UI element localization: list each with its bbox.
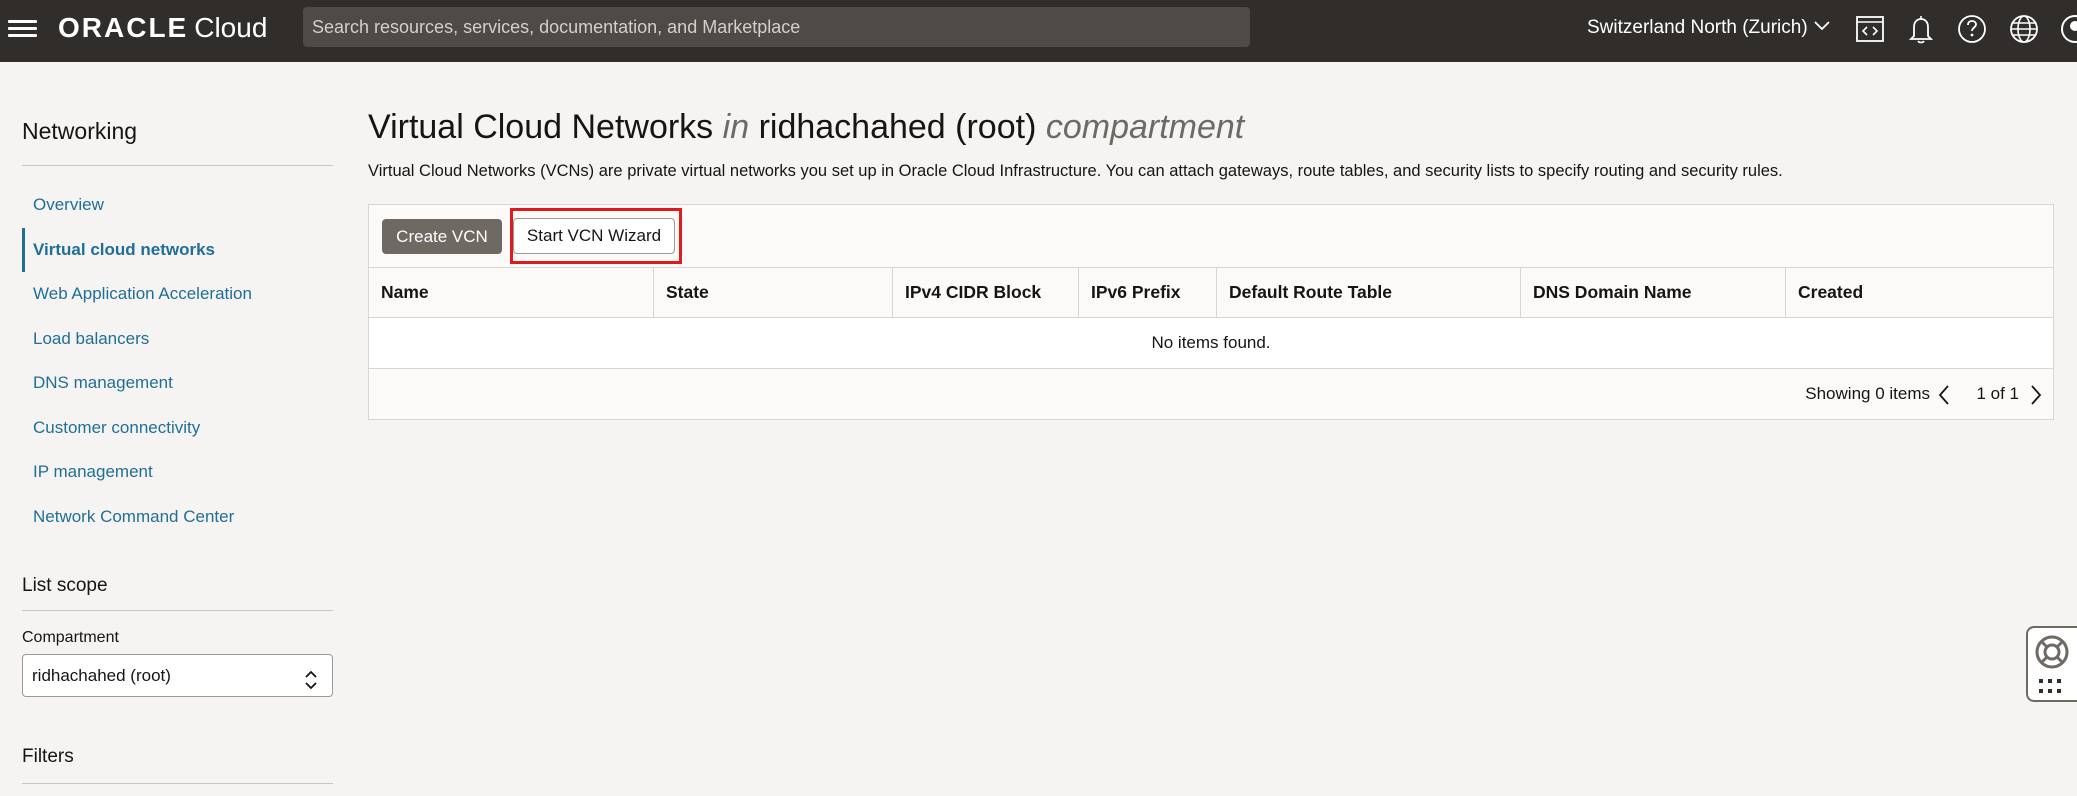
top-navigation-bar: ORACLECloud Switzerland North (Zurich): [0, 0, 2077, 62]
sidebar-item-load-balancers[interactable]: Load balancers: [22, 317, 333, 362]
filters-divider: [22, 783, 333, 784]
sidebar-item-web-application-acceleration[interactable]: Web Application Acceleration: [22, 272, 333, 317]
sidebar-title: Networking: [22, 118, 138, 144]
compartment-select-value: ridhachahed (root): [32, 666, 171, 685]
page-indicator: 1 of 1: [1976, 384, 2019, 403]
help-widget[interactable]: [2026, 626, 2077, 702]
table-header: Name State IPv4 CIDR Block IPv6 Prefix D…: [369, 267, 2053, 318]
filters-title: Filters: [22, 746, 74, 767]
page-title: Virtual Cloud Networks in ridhachahed (r…: [368, 108, 1244, 147]
logo-cloud-text: Cloud: [194, 12, 268, 43]
sidebar-item-ip-management[interactable]: IP management: [22, 450, 333, 495]
region-selector[interactable]: Switzerland North (Zurich): [1587, 15, 1830, 39]
globe-language-icon[interactable]: [2007, 12, 2041, 46]
code-editor-icon[interactable]: [1853, 12, 1887, 46]
list-scope-divider: [22, 610, 333, 611]
help-question-icon[interactable]: [1955, 12, 1989, 46]
showing-items-count: Showing 0 items: [1805, 384, 1930, 403]
sidebar-item-virtual-cloud-networks[interactable]: Virtual cloud networks: [22, 227, 333, 272]
chevron-right-icon[interactable]: [2029, 384, 2043, 406]
column-header-state[interactable]: State: [654, 268, 893, 317]
region-label: Switzerland North (Zurich): [1587, 17, 1808, 38]
column-header-ipv6-prefix[interactable]: IPv6 Prefix: [1079, 268, 1217, 317]
chevron-up-down-icon: [304, 665, 318, 706]
table-footer: Showing 0 items 1 of 1: [369, 369, 2053, 419]
sidebar-item-network-command-center[interactable]: Network Command Center: [22, 495, 333, 540]
page-title-compartment-name: ridhachahed (root): [758, 108, 1037, 146]
chevron-down-icon: [1814, 15, 1830, 37]
compartment-label: Compartment: [22, 629, 119, 646]
logo-oracle-text: ORACLE: [58, 12, 189, 43]
column-header-created[interactable]: Created: [1786, 268, 2053, 317]
vcn-table-panel: Create VCN Start VCN Wizard Name State I…: [368, 204, 2054, 420]
empty-table-message: No items found.: [369, 318, 2053, 369]
page-title-main: Virtual Cloud Networks: [368, 108, 714, 146]
lifebuoy-icon: [2034, 634, 2070, 675]
sidebar-item-dns-management[interactable]: DNS management: [22, 361, 333, 406]
sidebar-nav: Overview Virtual cloud networks Web Appl…: [22, 183, 333, 539]
grid-dots-icon: [2037, 677, 2067, 702]
sidebar-divider: [22, 165, 333, 166]
create-vcn-button[interactable]: Create VCN: [382, 219, 502, 254]
hamburger-menu-icon[interactable]: [8, 16, 40, 42]
column-header-dns-domain-name[interactable]: DNS Domain Name: [1521, 268, 1786, 317]
column-header-ipv4-cidr-block[interactable]: IPv4 CIDR Block: [893, 268, 1079, 317]
start-vcn-wizard-button[interactable]: Start VCN Wizard: [513, 218, 675, 254]
sidebar-item-customer-connectivity[interactable]: Customer connectivity: [22, 406, 333, 451]
page-title-compartment-word: compartment: [1045, 108, 1245, 146]
search-input[interactable]: [303, 7, 1250, 47]
chevron-left-icon[interactable]: [1937, 384, 1951, 406]
sidebar-item-overview[interactable]: Overview: [22, 183, 333, 228]
column-header-name[interactable]: Name: [369, 268, 654, 317]
oracle-cloud-logo[interactable]: ORACLE Cloud: [58, 12, 267, 44]
user-profile-icon[interactable]: [2058, 12, 2077, 46]
bell-notification-icon[interactable]: [1904, 12, 1938, 46]
list-scope-title: List scope: [22, 575, 108, 596]
column-header-default-route-table[interactable]: Default Route Table: [1217, 268, 1521, 317]
page-description: Virtual Cloud Networks (VCNs) are privat…: [368, 162, 1783, 180]
compartment-select[interactable]: ridhachahed (root): [22, 654, 333, 697]
page-title-in: in: [722, 108, 750, 146]
